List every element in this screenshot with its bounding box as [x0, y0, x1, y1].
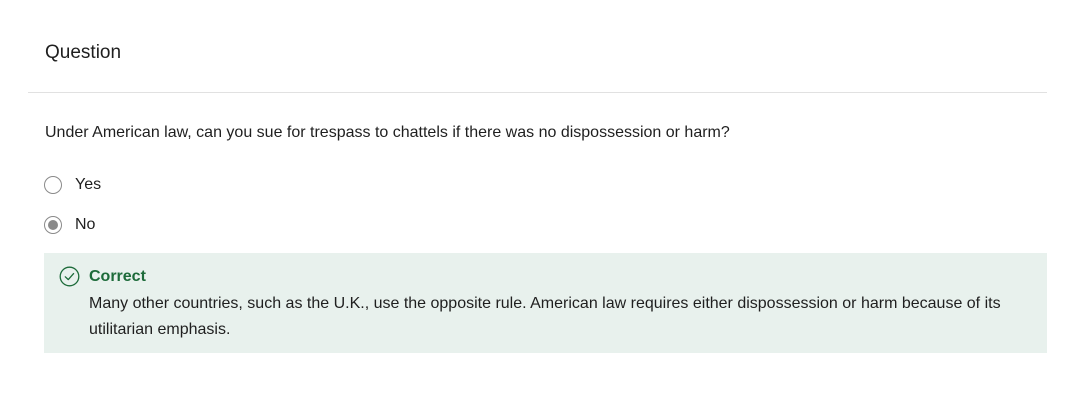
option-yes[interactable]: Yes: [44, 176, 101, 194]
section-title: Question: [45, 42, 122, 63]
divider: [28, 92, 1047, 93]
option-no[interactable]: No: [44, 216, 95, 234]
feedback-panel: Correct Many other countries, such as th…: [44, 253, 1047, 353]
question-text: Under American law, can you sue for tres…: [45, 124, 730, 141]
option-no-label: No: [75, 216, 96, 233]
feedback-message: Many other countries, such as the U.K., …: [89, 295, 1001, 338]
feedback-status: Correct: [89, 268, 146, 285]
radio-selected-dot: [48, 220, 58, 230]
radio-yes[interactable]: [44, 176, 62, 194]
option-yes-label: Yes: [75, 176, 102, 193]
radio-no[interactable]: [44, 216, 62, 234]
check-circle-icon: [59, 266, 80, 287]
